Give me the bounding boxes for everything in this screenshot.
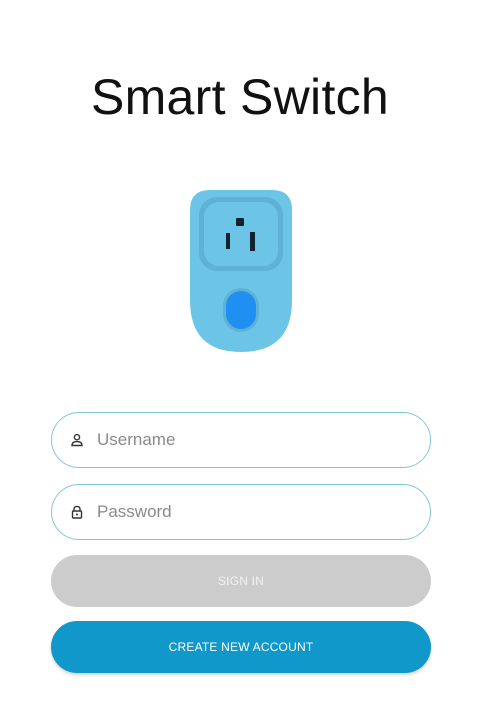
create-account-button[interactable]: CREATE NEW ACCOUNT (51, 621, 431, 673)
sign-in-button[interactable]: SIGN IN (51, 555, 431, 607)
password-input[interactable] (97, 485, 397, 539)
username-input[interactable] (97, 413, 397, 467)
person-icon (70, 433, 84, 447)
password-field[interactable] (51, 484, 431, 540)
app-title: Smart Switch (90, 69, 390, 125)
username-field[interactable] (51, 412, 431, 468)
smart-plug-icon (188, 188, 294, 359)
lock-icon (70, 505, 84, 519)
